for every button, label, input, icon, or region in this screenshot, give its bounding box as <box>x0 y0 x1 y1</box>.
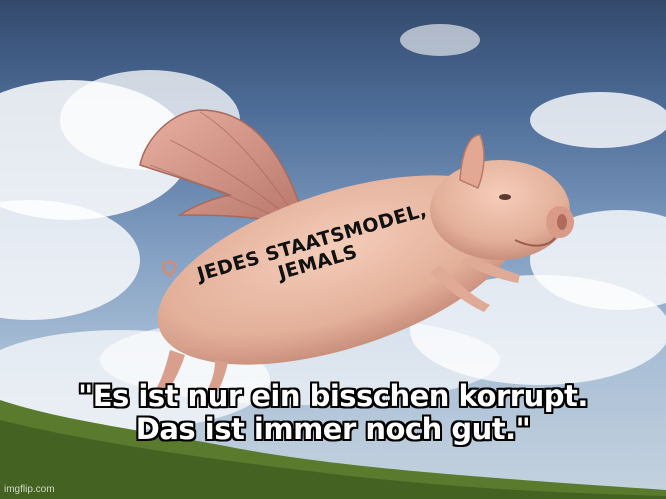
bottom-caption-line-2: Das ist immer noch gut." <box>135 412 531 446</box>
bottom-caption-line-1: "Es ist nur ein bisschen korrupt. <box>78 379 588 413</box>
watermark: imgflip.com <box>4 484 55 495</box>
meme-image: JEDES STAATSMODEL, JEMALS "Es ist nur ei… <box>0 0 666 499</box>
bottom-caption: "Es ist nur ein bisschen korrupt. Das is… <box>0 380 666 446</box>
